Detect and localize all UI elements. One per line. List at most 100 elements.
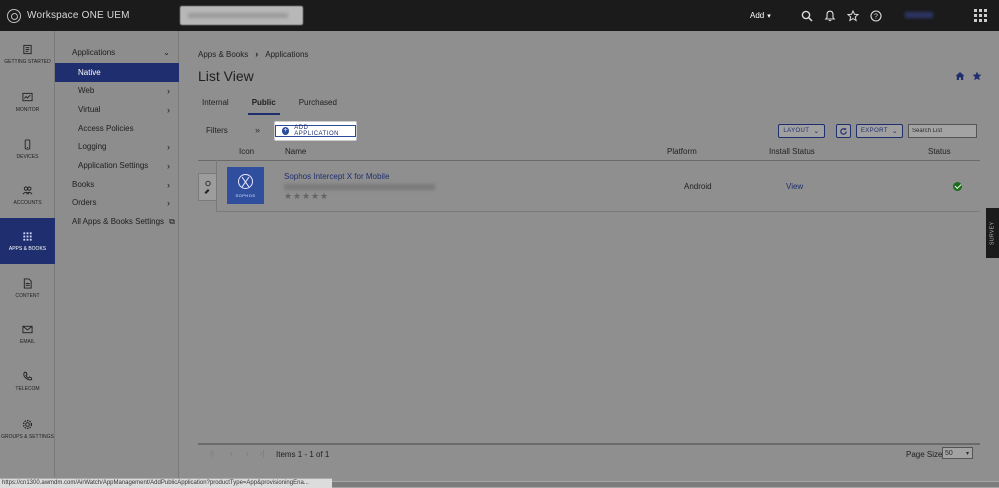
- prev-page-icon[interactable]: ‹: [230, 449, 233, 458]
- chevron-right-icon: ›: [167, 104, 170, 115]
- rail-item-getting-started[interactable]: Getting Started: [0, 31, 55, 77]
- double-chevron-right-icon[interactable]: »: [255, 125, 260, 135]
- next-page-icon[interactable]: ›: [246, 449, 249, 458]
- app-name-link[interactable]: Sophos Intercept X for Mobile: [284, 172, 389, 181]
- column-header-status[interactable]: Status: [928, 147, 951, 156]
- apps-grid-icon[interactable]: [974, 9, 987, 22]
- brand[interactable]: Workspace ONE UEM: [7, 0, 130, 31]
- breadcrumb-applications[interactable]: Applications: [265, 50, 308, 59]
- home-icon[interactable]: [955, 71, 965, 81]
- bell-icon[interactable]: [819, 0, 842, 31]
- add-application-button[interactable]: + ADD APPLICATION: [274, 121, 357, 141]
- organization-group-selector[interactable]: [180, 6, 303, 25]
- top-bar: Workspace ONE UEM Add ▾ ?: [0, 0, 999, 31]
- page-title: List View: [198, 68, 254, 84]
- rail-item-content[interactable]: Content: [0, 265, 55, 311]
- rail-item-accounts[interactable]: Accounts: [0, 172, 55, 218]
- rail-label: Groups & Settings: [1, 433, 54, 440]
- plus-circle-icon: +: [282, 127, 290, 135]
- first-page-icon[interactable]: |‹: [210, 449, 215, 458]
- top-actions: Add ▾ ?: [750, 0, 888, 31]
- list-toolbar: Filters » + ADD APPLICATION LAYOUT ⌄ EXP…: [198, 121, 980, 141]
- subnav-section-orders[interactable]: Orders ›: [55, 193, 179, 212]
- rail-label: Accounts: [13, 199, 42, 206]
- subnav-item-application-settings[interactable]: Application Settings ›: [55, 156, 179, 175]
- rail-label: Getting Started: [4, 58, 51, 65]
- install-status-view-link[interactable]: View: [786, 182, 803, 191]
- monitor-icon: [22, 92, 34, 104]
- horizontal-scrollbar[interactable]: [332, 481, 999, 488]
- tab-purchased[interactable]: Purchased: [295, 96, 341, 115]
- breadcrumb-apps-books[interactable]: Apps & Books: [198, 50, 248, 59]
- svg-text:?: ?: [874, 13, 878, 20]
- filters-label[interactable]: Filters: [206, 126, 228, 135]
- content-icon: [22, 278, 34, 290]
- column-header-install-status[interactable]: Install Status: [769, 147, 815, 156]
- page-size-select[interactable]: 50 ▾: [942, 447, 973, 459]
- search-icon[interactable]: [796, 0, 819, 31]
- chevron-right-icon: ›: [167, 141, 170, 152]
- subnav-item-access-policies[interactable]: Access Policies: [55, 119, 179, 138]
- star-icon: ★: [320, 191, 329, 201]
- subnav-section-books[interactable]: Books ›: [55, 175, 179, 194]
- tab-internal[interactable]: Internal: [198, 96, 233, 115]
- refresh-button[interactable]: [836, 124, 851, 138]
- workspace-one-logo-icon: [7, 8, 21, 23]
- chevron-down-icon: ⌄: [891, 128, 899, 135]
- status-check-icon: [953, 182, 962, 191]
- star-icon: ★: [302, 191, 311, 201]
- subnav-item-native[interactable]: Native: [55, 63, 179, 82]
- page-size-value: 50: [945, 449, 953, 457]
- last-page-icon[interactable]: ›|: [260, 449, 265, 458]
- rail-label: Monitor: [15, 106, 40, 113]
- subnav-item-label: Virtual: [78, 105, 101, 114]
- gear-icon: [22, 419, 34, 431]
- layout-label: LAYOUT: [783, 128, 810, 134]
- chevron-right-icon: ›: [255, 49, 259, 59]
- row-actions-button[interactable]: [198, 173, 216, 201]
- app-description: [284, 184, 435, 190]
- add-application-inner: + ADD APPLICATION: [275, 125, 356, 137]
- export-button[interactable]: EXPORT ⌄: [856, 124, 903, 138]
- subnav-item-label: Logging: [78, 142, 107, 151]
- scrollbar-thumb[interactable]: [332, 482, 999, 487]
- subnav-item-logging[interactable]: Logging ›: [55, 137, 179, 156]
- help-icon[interactable]: ?: [865, 0, 888, 31]
- column-header-platform[interactable]: Platform: [667, 147, 697, 156]
- external-link-icon: ⧉: [169, 216, 175, 226]
- column-header-icon[interactable]: Icon: [239, 147, 254, 156]
- survey-label: SURVEY: [989, 221, 996, 245]
- items-count: Items 1 - 1 of 1: [276, 450, 330, 459]
- getting-started-icon: [22, 44, 34, 56]
- subnav-item-virtual[interactable]: Virtual ›: [55, 100, 179, 119]
- rail-item-monitor[interactable]: Monitor: [0, 79, 55, 125]
- user-menu[interactable]: [905, 12, 933, 18]
- subnav-all-settings[interactable]: All Apps & Books Settings ⧉: [55, 212, 179, 231]
- subnav-item-label: Access Policies: [78, 124, 134, 133]
- column-header-name[interactable]: Name: [285, 147, 306, 156]
- rail-label: Apps & Books: [8, 245, 47, 252]
- rail-item-devices[interactable]: Devices: [0, 126, 55, 172]
- add-menu-button[interactable]: Add ▾: [750, 11, 771, 20]
- rail-label: Email: [19, 338, 35, 345]
- layout-button[interactable]: LAYOUT ⌄: [778, 124, 825, 138]
- rail-item-groups-settings[interactable]: Groups & Settings: [0, 406, 55, 452]
- search-list-input[interactable]: [908, 124, 977, 138]
- table-row[interactable]: SOPHOS Sophos Intercept X for Mobile ★ ★…: [216, 160, 980, 212]
- tab-public[interactable]: Public: [247, 96, 280, 115]
- main-content: Apps & Books › Applications List View In…: [180, 31, 999, 488]
- edit-pencil-icon: [204, 180, 211, 194]
- favorite-star-icon[interactable]: [972, 71, 982, 81]
- chevron-right-icon: ›: [167, 197, 170, 208]
- chevron-down-icon: ⌄: [813, 128, 820, 135]
- survey-tab[interactable]: SURVEY: [986, 208, 999, 258]
- subnav-section-applications[interactable]: Applications ⌄: [55, 43, 179, 62]
- rail-item-email[interactable]: Email: [0, 311, 55, 357]
- rail-item-telecom[interactable]: Telecom: [0, 358, 55, 404]
- subnav-item-web[interactable]: Web ›: [55, 81, 179, 100]
- add-application-label: ADD APPLICATION: [294, 125, 339, 137]
- rail-item-apps-books[interactable]: Apps & Books: [0, 218, 55, 264]
- rating-stars: ★ ★ ★ ★ ★: [284, 192, 329, 201]
- star-icon[interactable]: [842, 0, 865, 31]
- primary-nav-rail: Getting Started Monitor Devices Accounts…: [0, 31, 55, 488]
